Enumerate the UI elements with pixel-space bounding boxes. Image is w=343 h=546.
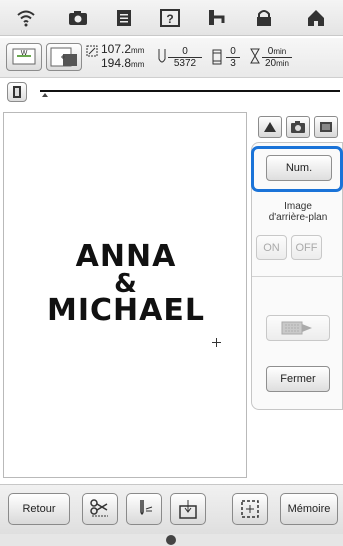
- home-icon[interactable]: [304, 6, 328, 30]
- thread-spool-button[interactable]: [7, 82, 27, 102]
- num-button-highlight: [251, 146, 343, 192]
- thread-cut-button[interactable]: [82, 493, 118, 525]
- info-bar: W 107.2mm 194.8mm 0 5372 03 0min 20min: [0, 38, 343, 78]
- needle-icon: [158, 48, 166, 71]
- back-button[interactable]: Retour: [8, 493, 70, 525]
- time-count: 0min 20min: [262, 46, 292, 69]
- send-pattern-button[interactable]: [266, 315, 330, 341]
- help-icon[interactable]: ?: [158, 6, 182, 30]
- wifi-icon[interactable]: [14, 6, 38, 30]
- needle-position-button[interactable]: [126, 493, 162, 525]
- background-off-button[interactable]: OFF: [291, 235, 322, 260]
- status-footer: [0, 534, 343, 546]
- trial-stitch-button[interactable]: [170, 493, 206, 525]
- close-button[interactable]: Fermer: [266, 366, 330, 392]
- design-text-line3: MICHAEL: [47, 293, 205, 328]
- camera-view-button[interactable]: [286, 116, 310, 138]
- frame-trace-button[interactable]: [232, 493, 268, 525]
- clock-icon: [166, 535, 176, 545]
- threading-icon[interactable]: [204, 6, 228, 30]
- embroidery-frame-button[interactable]: [46, 43, 82, 71]
- thread-color-bar: [40, 90, 340, 92]
- triangle-button[interactable]: [258, 116, 282, 138]
- background-image-label-line2: d'arrière-plan: [268, 212, 328, 223]
- color-count: 03: [226, 46, 240, 69]
- presser-foot-button[interactable]: W: [6, 43, 42, 71]
- top-toolbar: ?: [0, 0, 343, 36]
- design-width: 107.2mm: [101, 42, 145, 56]
- needle-position-cross-icon: [212, 334, 221, 347]
- background-image-label-line1: Image: [284, 201, 312, 212]
- background-view-button[interactable]: [314, 116, 338, 138]
- thread-pointer-icon: [42, 93, 48, 97]
- svg-text:W: W: [21, 50, 28, 57]
- frame-size-icon: [86, 44, 98, 62]
- thread-color-row: [0, 80, 343, 104]
- color-spool-icon: [212, 49, 222, 70]
- panel-divider: [252, 276, 343, 277]
- lock-icon[interactable]: [252, 6, 276, 30]
- memory-button[interactable]: Mémoire: [280, 493, 338, 525]
- embroidery-canvas[interactable]: ANNA & MICHAEL: [3, 112, 247, 478]
- camera-icon[interactable]: [66, 6, 90, 30]
- hourglass-icon: [250, 48, 260, 69]
- background-on-button[interactable]: ON: [256, 235, 287, 260]
- design-height: 194.8mm: [101, 56, 145, 70]
- document-icon[interactable]: [112, 6, 136, 30]
- bottom-toolbar: Retour Mémoire: [0, 484, 343, 534]
- svg-text:?: ?: [166, 12, 173, 26]
- stitch-count: 0 5372: [168, 46, 202, 69]
